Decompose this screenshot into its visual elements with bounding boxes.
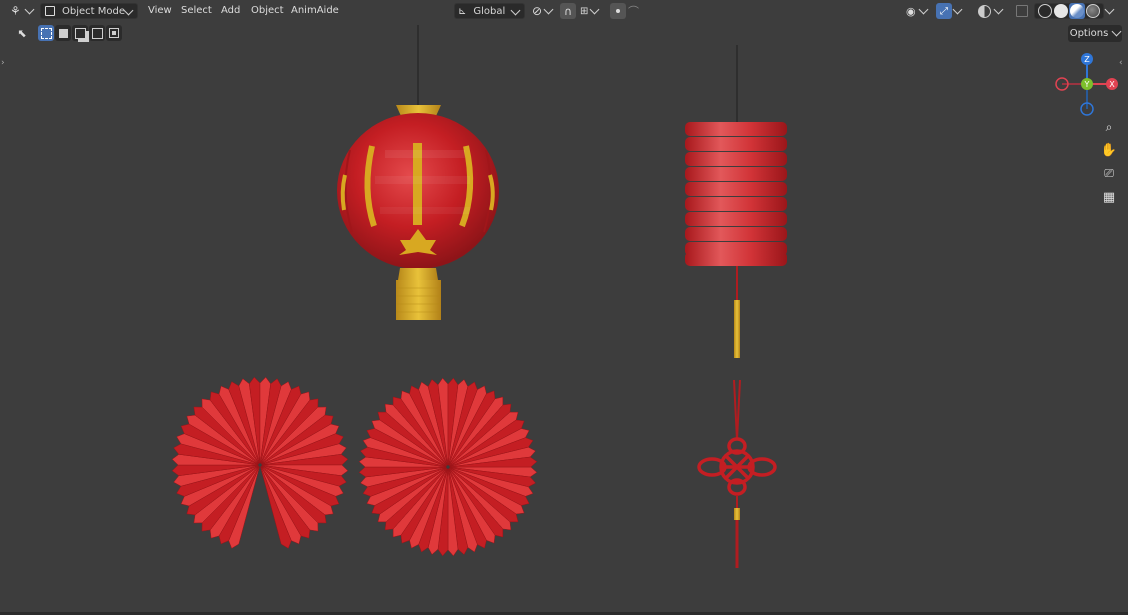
zoom-icon: ⌕ (1105, 119, 1113, 134)
visibility-icon: ◉ (906, 4, 916, 18)
orientation-label: Global (473, 5, 506, 17)
wireframe-shading-icon[interactable] (1037, 3, 1053, 19)
options-button[interactable]: Options (1068, 25, 1122, 42)
toolbar-expand-arrow[interactable]: › (1, 58, 5, 68)
chevron-down-icon (1111, 26, 1122, 37)
gizmo-toggle[interactable]: ⤢ (936, 3, 952, 19)
3d-viewport[interactable] (0, 0, 1128, 615)
chevron-down-icon (993, 4, 1004, 14)
select-extend-icon (74, 27, 86, 39)
orientation-icon: ⊾ (458, 5, 467, 17)
snap-toggle[interactable]: ∩ (560, 3, 576, 19)
select-intersect-mode[interactable] (106, 25, 122, 41)
editor-type-icon: ⚘ (10, 4, 21, 18)
chevron-down-icon (543, 4, 554, 14)
chevron-down-icon (123, 5, 134, 16)
gizmo-label-z: Z (1084, 55, 1090, 64)
gizmo-label-y: Y (1084, 80, 1090, 89)
shading-modes (1034, 3, 1104, 19)
chevron-down-icon (510, 5, 521, 16)
select-box-icon (40, 27, 52, 39)
zoom-button[interactable]: ⌕ (1098, 116, 1120, 138)
proportional-edit-toggle[interactable] (610, 3, 626, 19)
visibility-button[interactable]: ◉ (906, 3, 932, 19)
select-subtract-mode[interactable] (89, 25, 105, 41)
camera-view-button[interactable]: ⎚ (1098, 162, 1120, 184)
select-box-mode[interactable] (38, 25, 54, 41)
menu-view[interactable]: View (148, 4, 172, 18)
chevron-down-icon (24, 4, 35, 14)
paper-fan-round[interactable] (358, 377, 538, 557)
chevron-down-icon (589, 4, 600, 14)
select-new-icon (58, 28, 68, 38)
navigation-gizmo[interactable]: Z X Y (1055, 51, 1119, 117)
chevron-down-icon (952, 4, 963, 14)
overlay-toggle[interactable] (975, 3, 993, 19)
snap-icon: ∩ (563, 4, 573, 18)
menu-select[interactable]: Select (181, 4, 212, 18)
object-mode-icon (45, 6, 55, 16)
menu-animaide[interactable]: AnimAide (291, 4, 339, 18)
mode-select[interactable]: Object Mode (40, 3, 138, 19)
xray-toggle[interactable] (1014, 3, 1030, 19)
gizmo-label-x: X (1109, 80, 1115, 89)
chevron-down-icon (918, 4, 929, 14)
menu-object[interactable]: Object (251, 4, 284, 18)
cursor-icon: ⬉ (17, 26, 27, 40)
pivot-icon: ⊘ (532, 4, 543, 18)
sidebar-expand-arrow[interactable]: ‹ (1119, 58, 1123, 68)
pan-button[interactable]: ✋ (1098, 139, 1120, 161)
rendered-shading-icon[interactable] (1085, 3, 1101, 19)
overlay-icon (977, 4, 991, 18)
shading-dropdown[interactable] (1104, 3, 1120, 19)
material-preview-shading-icon[interactable] (1069, 3, 1085, 19)
snap-target-icon: ⊞ (580, 5, 589, 17)
tool-select-cursor[interactable]: ⬉ (14, 25, 30, 41)
overlay-dropdown[interactable] (993, 3, 1007, 19)
round-lantern[interactable] (337, 25, 499, 320)
chevron-down-icon (1104, 4, 1115, 14)
xray-icon (1016, 5, 1028, 17)
falloff-button[interactable]: ⌒ (628, 3, 652, 19)
orientation-select[interactable]: ⊾ Global (454, 3, 525, 19)
grid-ortho-icon: ▦ (1102, 189, 1116, 205)
falloff-icon: ⌒ (628, 5, 639, 18)
pan-hand-icon: ✋ (1100, 142, 1118, 158)
viewport-header: ⚘ Object Mode View Select Add Object Ani… (0, 0, 1128, 22)
paper-fan-open[interactable] (171, 376, 349, 549)
scene-render[interactable] (0, 0, 1128, 615)
select-new-mode[interactable] (55, 25, 71, 41)
select-extend-mode[interactable] (72, 25, 88, 41)
camera-icon: ⎚ (1104, 165, 1114, 180)
proportional-edit-icon (616, 9, 620, 13)
select-subtract-icon (91, 27, 103, 39)
options-label: Options (1069, 28, 1109, 39)
solid-shading-icon[interactable] (1053, 3, 1069, 19)
editor-type-button[interactable]: ⚘ (8, 3, 36, 19)
pivot-button[interactable]: ⊘ (532, 3, 556, 19)
cylinder-lantern[interactable] (685, 45, 787, 358)
select-intersect-icon (109, 28, 119, 38)
ortho-toggle-button[interactable]: ▦ (1098, 186, 1120, 208)
gizmo-icon: ⤢ (940, 5, 948, 17)
menu-add[interactable]: Add (221, 4, 240, 18)
chinese-knot[interactable] (697, 379, 777, 568)
snap-target-button[interactable]: ⊞ (580, 3, 604, 19)
mode-label: Object Mode (62, 5, 125, 17)
gizmo-dropdown[interactable] (952, 3, 966, 19)
